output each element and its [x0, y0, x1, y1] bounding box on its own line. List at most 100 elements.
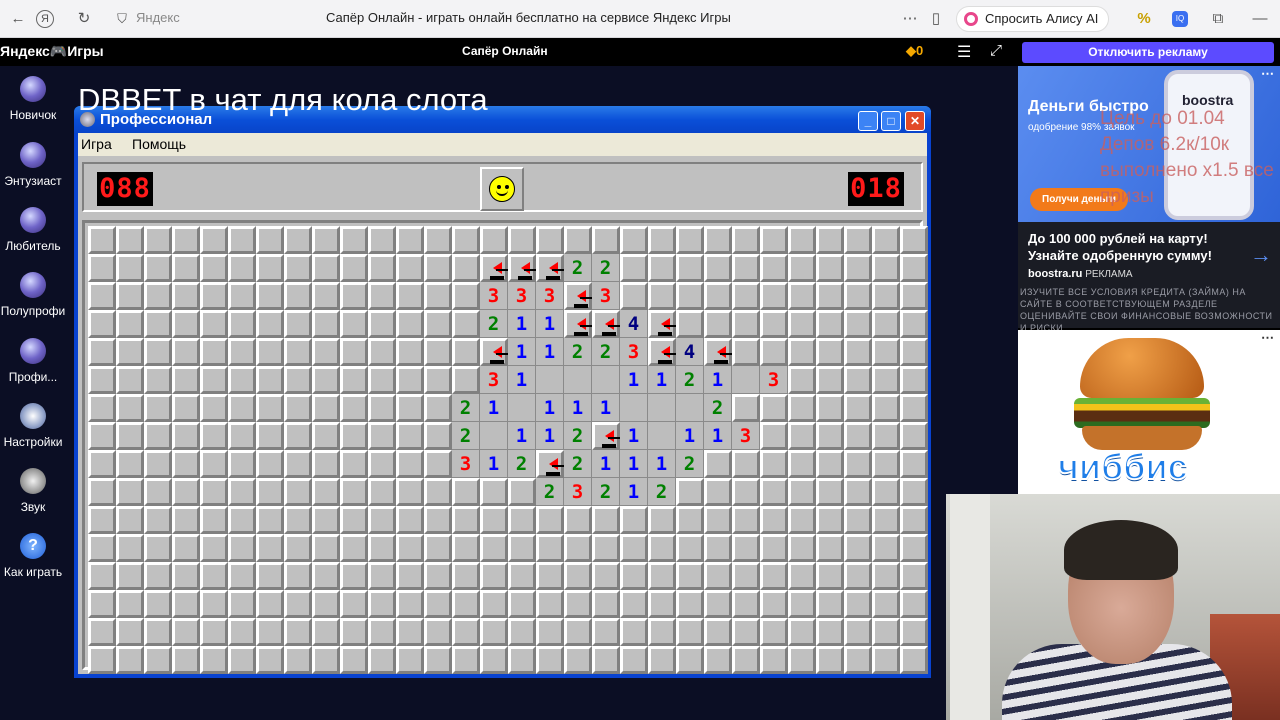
hidden-cell[interactable] — [256, 618, 284, 646]
hidden-cell[interactable] — [872, 226, 900, 254]
hidden-cell[interactable] — [424, 394, 452, 422]
hidden-cell[interactable] — [900, 562, 928, 590]
hidden-cell[interactable] — [228, 282, 256, 310]
hidden-cell[interactable] — [704, 478, 732, 506]
hidden-cell[interactable] — [788, 562, 816, 590]
hidden-cell[interactable] — [816, 254, 844, 282]
minimize-button[interactable]: _ — [858, 111, 878, 131]
hidden-cell[interactable] — [256, 450, 284, 478]
hidden-cell[interactable] — [116, 310, 144, 338]
hidden-cell[interactable] — [844, 618, 872, 646]
menu-game[interactable]: Игра — [81, 136, 112, 152]
hidden-cell[interactable] — [340, 310, 368, 338]
hidden-cell[interactable] — [704, 226, 732, 254]
hidden-cell[interactable] — [396, 506, 424, 534]
hidden-cell[interactable] — [480, 226, 508, 254]
hidden-cell[interactable] — [816, 590, 844, 618]
hidden-cell[interactable] — [620, 618, 648, 646]
hidden-cell[interactable] — [368, 366, 396, 394]
hidden-cell[interactable] — [396, 338, 424, 366]
fullscreen-icon[interactable]: ⤢ — [990, 42, 1002, 59]
hidden-cell[interactable] — [200, 338, 228, 366]
hidden-cell[interactable] — [284, 282, 312, 310]
hidden-cell[interactable] — [424, 478, 452, 506]
hidden-cell[interactable] — [900, 338, 928, 366]
hidden-cell[interactable] — [396, 226, 424, 254]
hidden-cell[interactable] — [760, 338, 788, 366]
hidden-cell[interactable] — [760, 506, 788, 534]
hidden-cell[interactable] — [172, 394, 200, 422]
hidden-cell[interactable] — [788, 534, 816, 562]
hidden-cell[interactable] — [256, 646, 284, 674]
hidden-cell[interactable] — [788, 450, 816, 478]
hidden-cell[interactable] — [144, 450, 172, 478]
hidden-cell[interactable] — [452, 254, 480, 282]
hidden-cell[interactable] — [872, 534, 900, 562]
hidden-cell[interactable] — [312, 534, 340, 562]
hidden-cell[interactable] — [396, 478, 424, 506]
hidden-cell[interactable] — [312, 394, 340, 422]
hidden-cell[interactable] — [284, 590, 312, 618]
hidden-cell[interactable] — [816, 282, 844, 310]
hidden-cell[interactable] — [732, 254, 760, 282]
hidden-cell[interactable] — [424, 590, 452, 618]
hidden-cell[interactable] — [172, 646, 200, 674]
hidden-cell[interactable] — [900, 590, 928, 618]
hidden-cell[interactable] — [424, 562, 452, 590]
ad-banner-top[interactable]: boostra Деньги быстро одобрение 98% заяв… — [1018, 66, 1280, 333]
hidden-cell[interactable] — [368, 282, 396, 310]
hidden-cell[interactable] — [620, 226, 648, 254]
hidden-cell[interactable] — [872, 366, 900, 394]
hidden-cell[interactable] — [172, 618, 200, 646]
hidden-cell[interactable] — [704, 646, 732, 674]
hidden-cell[interactable] — [368, 338, 396, 366]
new-game-smiley-button[interactable] — [480, 167, 524, 211]
maximize-button[interactable]: □ — [881, 111, 901, 131]
hidden-cell[interactable] — [368, 506, 396, 534]
hidden-cell[interactable] — [116, 422, 144, 450]
hidden-cell[interactable] — [340, 478, 368, 506]
flag-icon[interactable] — [648, 310, 676, 338]
hidden-cell[interactable] — [452, 506, 480, 534]
hidden-cell[interactable] — [480, 562, 508, 590]
flag-icon[interactable] — [564, 310, 592, 338]
hidden-cell[interactable] — [256, 562, 284, 590]
hidden-cell[interactable] — [116, 366, 144, 394]
hidden-cell[interactable] — [844, 394, 872, 422]
hidden-cell[interactable] — [816, 506, 844, 534]
hidden-cell[interactable] — [228, 618, 256, 646]
hidden-cell[interactable] — [732, 478, 760, 506]
hidden-cell[interactable] — [88, 618, 116, 646]
extensions-icon[interactable]: ⧉ — [1208, 9, 1228, 29]
hidden-cell[interactable] — [368, 254, 396, 282]
hidden-cell[interactable] — [340, 254, 368, 282]
hidden-cell[interactable] — [396, 366, 424, 394]
hidden-cell[interactable] — [144, 310, 172, 338]
hidden-cell[interactable] — [424, 226, 452, 254]
ad-domain[interactable]: boostra.ru РЕКЛАМА — [1028, 268, 1133, 280]
hidden-cell[interactable] — [340, 366, 368, 394]
hidden-cell[interactable] — [200, 562, 228, 590]
hidden-cell[interactable] — [284, 338, 312, 366]
hidden-cell[interactable] — [620, 534, 648, 562]
hidden-cell[interactable] — [900, 254, 928, 282]
hidden-cell[interactable] — [172, 562, 200, 590]
hidden-cell[interactable] — [648, 646, 676, 674]
hidden-cell[interactable] — [340, 590, 368, 618]
refresh-icon[interactable]: ↻ — [74, 9, 94, 29]
hidden-cell[interactable] — [732, 282, 760, 310]
hidden-cell[interactable] — [872, 422, 900, 450]
hidden-cell[interactable] — [228, 366, 256, 394]
bookmark-icon[interactable]: ▯ — [926, 9, 946, 29]
hidden-cell[interactable] — [844, 450, 872, 478]
coins-counter[interactable]: ◆0 — [906, 43, 923, 59]
hidden-cell[interactable] — [704, 506, 732, 534]
hidden-cell[interactable] — [144, 422, 172, 450]
hidden-cell[interactable] — [732, 506, 760, 534]
hidden-cell[interactable] — [536, 226, 564, 254]
hidden-cell[interactable] — [872, 282, 900, 310]
hidden-cell[interactable] — [340, 506, 368, 534]
hidden-cell[interactable] — [480, 590, 508, 618]
hidden-cell[interactable] — [144, 254, 172, 282]
hidden-cell[interactable] — [312, 366, 340, 394]
